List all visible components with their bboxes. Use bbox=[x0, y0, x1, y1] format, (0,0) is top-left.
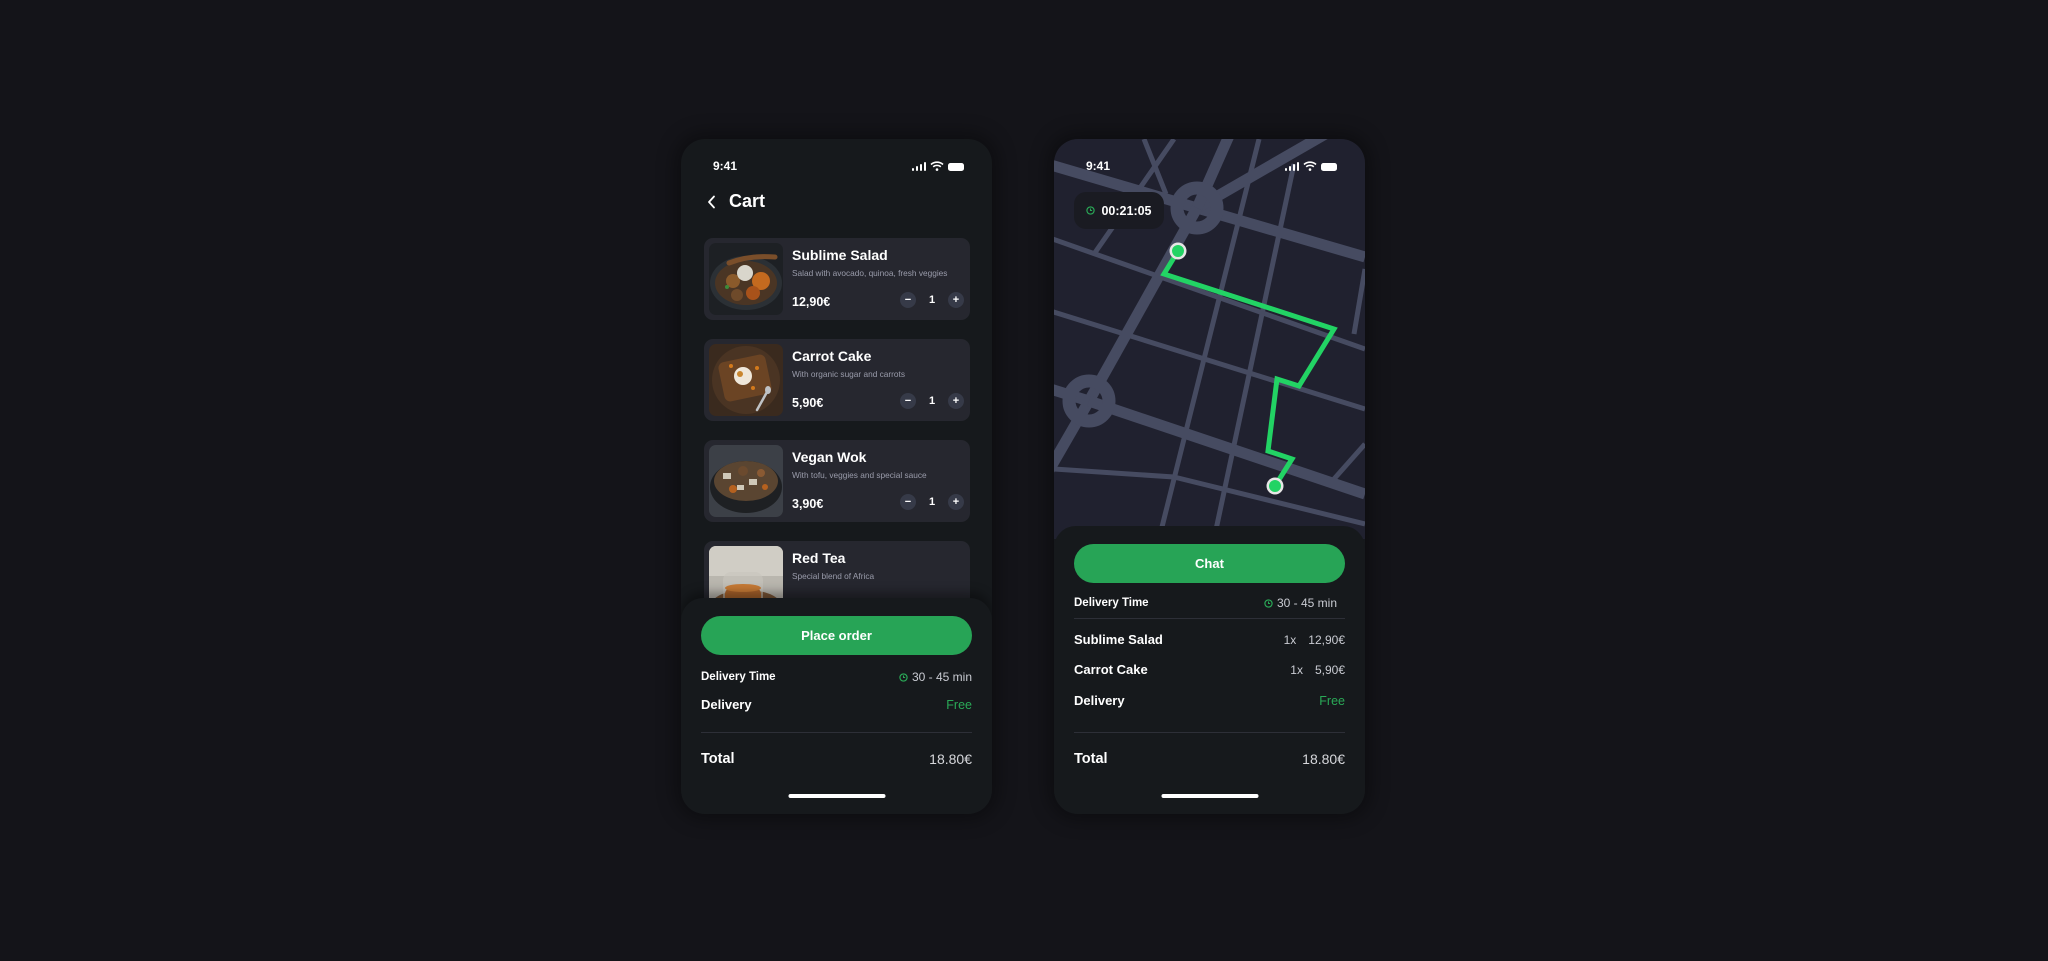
item-description: Special blend of Africa bbox=[792, 571, 875, 581]
status-time: 9:41 bbox=[1086, 159, 1111, 173]
order-line-name: Carrot Cake bbox=[1074, 662, 1148, 677]
cart-item[interactable]: Carrot Cake With organic sugar and carro… bbox=[704, 339, 970, 421]
divider bbox=[1074, 618, 1345, 619]
cake-photo bbox=[709, 344, 783, 416]
chevron-left-icon bbox=[707, 195, 715, 208]
clock-icon bbox=[899, 672, 908, 682]
order-line-price: 5,90€ bbox=[1314, 662, 1345, 677]
delivery-label: Delivery bbox=[701, 697, 752, 712]
battery-icon bbox=[948, 163, 964, 171]
status-bar: 9:41 bbox=[681, 139, 992, 179]
cart-item[interactable]: Vegan Wok With tofu, veggies and special… bbox=[704, 440, 970, 522]
wifi-icon bbox=[1303, 161, 1317, 171]
item-price: 12,90€ bbox=[792, 295, 831, 309]
item-price: 5,90€ bbox=[792, 396, 824, 410]
item-description: With organic sugar and carrots bbox=[792, 369, 905, 379]
status-time: 9:41 bbox=[713, 159, 738, 173]
cart-header: Cart bbox=[703, 191, 765, 212]
order-line-qty: 1x bbox=[1283, 632, 1297, 647]
delivery-label: Delivery bbox=[1074, 693, 1125, 708]
item-description: With tofu, veggies and special sauce bbox=[792, 470, 927, 480]
wok-photo bbox=[709, 445, 783, 517]
total-label: Total bbox=[1074, 751, 1108, 767]
cellular-signal-icon bbox=[911, 162, 926, 171]
item-name: Vegan Wok bbox=[792, 449, 867, 465]
quantity-stepper: − 1 + bbox=[900, 494, 964, 510]
elapsed-timer: 00:21:05 bbox=[1074, 192, 1164, 229]
quantity-value: 1 bbox=[928, 294, 936, 306]
home-indicator bbox=[1161, 794, 1258, 798]
quantity-stepper: − 1 + bbox=[900, 292, 964, 308]
increase-quantity-button[interactable]: + bbox=[948, 292, 964, 308]
order-summary-sheet: Place order Delivery Time 30 - 45 min De… bbox=[681, 598, 992, 814]
order-line-price: 12,90€ bbox=[1308, 632, 1345, 647]
increase-quantity-button[interactable]: + bbox=[948, 393, 964, 409]
delivery-time-label: Delivery Time bbox=[1074, 597, 1149, 609]
place-order-button[interactable]: Place order bbox=[701, 616, 972, 655]
order-summary-sheet: Chat Delivery Time 30 - 45 min Sublime S… bbox=[1054, 526, 1365, 814]
order-line-qty: 1x bbox=[1290, 662, 1303, 677]
salad-photo bbox=[709, 243, 783, 315]
item-name: Sublime Salad bbox=[792, 247, 888, 263]
chat-button[interactable]: Chat bbox=[1074, 544, 1345, 583]
divider bbox=[701, 732, 972, 733]
clock-icon bbox=[1264, 598, 1273, 608]
route-end-marker[interactable] bbox=[1269, 480, 1281, 492]
cart-phone-screen: 9:41 Cart Sublime Salad Salad with avoca… bbox=[681, 139, 992, 814]
back-button[interactable] bbox=[703, 192, 719, 212]
decrease-quantity-button[interactable]: − bbox=[900, 494, 916, 510]
total-label: Total bbox=[701, 751, 735, 767]
decrease-quantity-button[interactable]: − bbox=[900, 292, 916, 308]
divider bbox=[1074, 732, 1345, 733]
total-row: Total 18.80€ bbox=[1074, 751, 1345, 767]
order-line-name: Sublime Salad bbox=[1074, 632, 1163, 647]
quantity-stepper: − 1 + bbox=[900, 393, 964, 409]
delivery-time-label: Delivery Time bbox=[701, 671, 776, 683]
delivery-value: Free bbox=[1319, 693, 1345, 708]
route-start-marker[interactable] bbox=[1172, 245, 1184, 257]
wifi-icon bbox=[930, 161, 944, 171]
item-name: Red Tea bbox=[792, 550, 846, 566]
decrease-quantity-button[interactable]: − bbox=[900, 393, 916, 409]
quantity-value: 1 bbox=[928, 395, 936, 407]
delivery-time-value: 30 - 45 min bbox=[911, 670, 972, 684]
quantity-value: 1 bbox=[928, 496, 936, 508]
delivery-row: Delivery Free bbox=[701, 697, 972, 712]
battery-icon bbox=[1321, 163, 1337, 171]
order-line: Sublime Salad 1x 12,90€ bbox=[1074, 632, 1345, 647]
cellular-signal-icon bbox=[1284, 162, 1299, 171]
item-price: 3,90€ bbox=[792, 497, 824, 511]
timer-value: 00:21:05 bbox=[1101, 203, 1152, 218]
clock-icon bbox=[1086, 206, 1096, 215]
cart-item[interactable]: Sublime Salad Salad with avocado, quinoa… bbox=[704, 238, 970, 320]
delivery-row: Delivery Free bbox=[1074, 693, 1345, 708]
total-value: 18.80€ bbox=[929, 751, 972, 767]
increase-quantity-button[interactable]: + bbox=[948, 494, 964, 510]
page-title: Cart bbox=[729, 191, 766, 211]
status-bar: 9:41 bbox=[1054, 139, 1365, 179]
delivery-value: Free bbox=[946, 697, 972, 712]
tracking-phone-screen: 9:41 00:21:05 Chat Delivery Time 30 - 45… bbox=[1054, 139, 1365, 814]
item-description: Salad with avocado, quinoa, fresh veggie… bbox=[792, 268, 948, 278]
total-row: Total 18.80€ bbox=[701, 751, 972, 767]
home-indicator bbox=[788, 794, 885, 798]
order-line: Carrot Cake 1x 5,90€ bbox=[1074, 662, 1345, 677]
total-value: 18.80€ bbox=[1302, 751, 1345, 767]
delivery-time-row: Delivery Time 30 - 45 min bbox=[701, 670, 972, 684]
delivery-time-row: Delivery Time 30 - 45 min bbox=[1074, 596, 1345, 610]
item-name: Carrot Cake bbox=[792, 348, 872, 364]
delivery-time-value: 30 - 45 min bbox=[1276, 596, 1337, 610]
